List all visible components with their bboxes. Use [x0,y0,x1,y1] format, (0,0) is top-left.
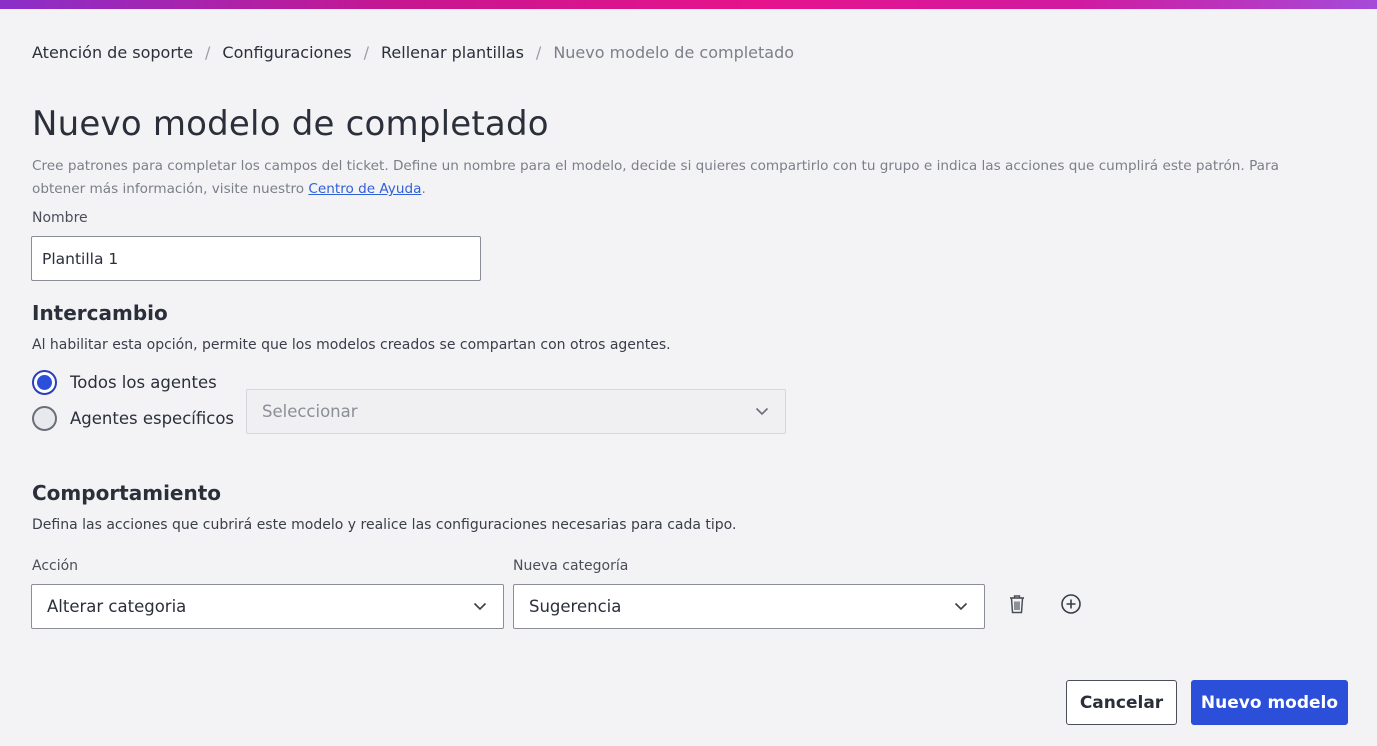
breadcrumb-separator: / [363,43,370,62]
radio-specific-agents-label: Agentes específicos [70,409,235,428]
radio-all-agents-control[interactable] [32,370,57,395]
page-description-end: . [421,181,426,197]
name-input[interactable] [31,236,481,281]
page-description: Cree patrones para completar los campos … [32,155,1332,201]
action-label: Acción [32,558,79,574]
add-action-button[interactable] [1058,591,1084,617]
breadcrumb-item-settings[interactable]: Configuraciones [222,43,351,62]
action-select[interactable]: Alterar categoria [31,584,504,629]
behavior-title: Comportamiento [32,481,222,505]
category-select-value: Sugerencia [529,597,622,616]
help-center-link[interactable]: Centro de Ayuda [308,181,421,197]
chevron-down-icon [473,600,487,614]
new-model-button[interactable]: Nuevo modelo [1191,680,1348,725]
delete-action-button[interactable] [1004,591,1030,617]
sharing-title: Intercambio [32,301,168,325]
category-select[interactable]: Sugerencia [513,584,985,629]
radio-specific-agents-control[interactable] [32,406,57,431]
chevron-down-icon [954,600,968,614]
action-select-value: Alterar categoria [47,597,187,616]
radio-specific-agents[interactable]: Agentes específicos [32,406,234,431]
top-accent-bar [0,0,1377,9]
radio-all-agents[interactable]: Todos los agentes [32,370,217,395]
sharing-description: Al habilitar esta opción, permite que lo… [32,337,671,353]
page-title: Nuevo modelo de completado [32,104,549,144]
chevron-down-icon [755,405,769,419]
breadcrumb-item-support[interactable]: Atención de soporte [32,43,193,62]
breadcrumb: Atención de soporte / Configuraciones / … [32,43,794,62]
breadcrumb-item-fill-templates[interactable]: Rellenar plantillas [381,43,524,62]
breadcrumb-separator: / [535,43,542,62]
breadcrumb-separator: / [205,43,211,62]
behavior-description: Defina las acciones que cubrirá este mod… [32,517,737,533]
page-description-text: Cree patrones para completar los campos … [32,158,1279,197]
agents-select[interactable]: Seleccionar [246,389,786,434]
agents-select-placeholder: Seleccionar [262,402,358,421]
cancel-button[interactable]: Cancelar [1066,680,1177,725]
name-label: Nombre [32,210,88,226]
trash-icon [1010,595,1024,614]
radio-all-agents-label: Todos los agentes [70,373,217,392]
breadcrumb-item-current: Nuevo modelo de completado [553,43,795,62]
plus-circle-icon [1061,594,1081,614]
category-label: Nueva categoría [513,558,629,574]
